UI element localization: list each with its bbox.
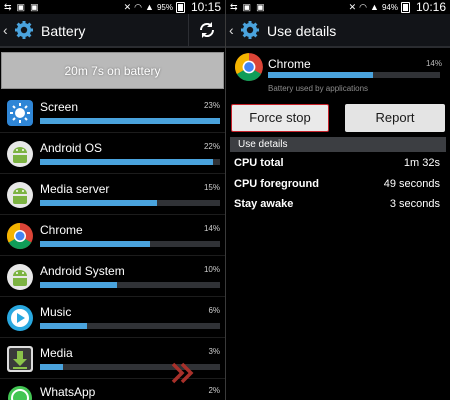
chrome-icon [6, 222, 33, 250]
detail-label: CPU total [234, 157, 284, 169]
battery-icon [175, 1, 185, 13]
usage-bar-fill [40, 323, 87, 329]
screen-brightness-icon [7, 100, 33, 126]
app-percent: 2% [208, 386, 220, 395]
action-bar: ‹ Use details [226, 14, 450, 48]
usage-bar-fill [40, 118, 220, 124]
wifi-icon: ◠ [134, 2, 143, 12]
signal-icon: ▲ [145, 2, 154, 12]
detail-label: Stay awake [234, 198, 294, 210]
android-icon [7, 141, 33, 167]
usage-bar [40, 241, 220, 247]
page-title: Battery [41, 23, 86, 39]
image-notification-icon: ▣ [242, 2, 252, 12]
settings-gear-icon[interactable] [14, 20, 34, 40]
app-percent: 10% [203, 265, 220, 274]
force-stop-button[interactable]: Force stop [231, 104, 329, 132]
android-icon [7, 264, 33, 290]
app-row-screen[interactable]: Screen 23% [0, 93, 225, 133]
detail-value: 3 seconds [389, 198, 440, 210]
usb-icon: ⇆ [230, 2, 238, 12]
clock: 10:15 [190, 0, 221, 14]
usage-bar-fill [40, 159, 213, 165]
refresh-button[interactable] [188, 14, 225, 46]
app-percent: 22% [203, 142, 220, 151]
status-bar: ⇆ ▣ ▣ ✕ ◠ ▲ 94% 10:16 [226, 0, 450, 14]
app-name: Android OS [40, 141, 103, 155]
report-button[interactable]: Report [345, 104, 445, 132]
app-percent: 15% [203, 183, 220, 192]
action-bar: ‹ Battery [0, 14, 225, 48]
battery-screen: ⇆ ▣ ▣ ✕ ◠ ▲ 95% 10:15 ‹ Battery 20m 7s o… [0, 0, 225, 400]
app-name: Media server [40, 182, 110, 196]
image-notification-icon: ▣ [16, 2, 26, 12]
battery-summary-graph[interactable]: 20m 7s on battery [1, 52, 224, 89]
usage-bar [40, 282, 220, 288]
usage-bar [268, 72, 440, 78]
mute-icon: ✕ [348, 2, 357, 12]
app-percent: 6% [208, 306, 220, 315]
detail-label: CPU foreground [234, 178, 319, 190]
download-icon [7, 346, 33, 372]
battery-icon [400, 1, 410, 13]
chrome-icon [235, 53, 263, 82]
refresh-icon [199, 22, 215, 38]
battery-percent: 95% [156, 2, 173, 12]
usage-bar-fill [40, 282, 118, 288]
page-title: Use details [267, 23, 337, 39]
app-percent: 23% [203, 101, 220, 110]
app-name: Screen [40, 100, 79, 114]
usage-bar [40, 159, 220, 165]
clock: 10:16 [415, 0, 446, 14]
usage-bar-fill [40, 364, 64, 370]
usb-icon: ⇆ [4, 2, 12, 12]
use-details-screen: ⇆ ▣ ▣ ✕ ◠ ▲ 94% 10:16 ‹ Use details Chro… [226, 0, 450, 400]
image-notification-icon: ▣ [30, 2, 39, 12]
usage-bar-fill [40, 241, 150, 247]
status-bar: ⇆ ▣ ▣ ✕ ◠ ▲ 95% 10:15 [0, 0, 225, 14]
detail-row-cpu-foreground: CPU foreground 49 seconds [234, 178, 440, 196]
app-name: Chrome [268, 57, 311, 71]
app-name: WhatsApp [40, 385, 96, 399]
app-percent: 3% [208, 347, 220, 356]
app-row-chrome[interactable]: Chrome 14% [0, 216, 225, 256]
mute-icon: ✕ [123, 2, 132, 12]
signal-icon: ▲ [370, 2, 379, 12]
back-icon[interactable]: ‹ [3, 22, 8, 38]
app-percent: 14% [203, 224, 220, 233]
usage-bar-fill [268, 72, 373, 78]
music-icon [7, 305, 33, 331]
battery-duration: 20m 7s on battery [64, 64, 161, 78]
app-row-media-server[interactable]: Media server 15% [0, 175, 225, 215]
usage-bar [40, 323, 220, 329]
usage-bar [40, 118, 220, 124]
settings-gear-icon[interactable] [240, 20, 260, 40]
app-row-android-os[interactable]: Android OS 22% [0, 134, 225, 174]
app-name: Media [40, 346, 73, 360]
image-notification-icon: ▣ [256, 2, 265, 12]
app-row-android-system[interactable]: Android System 10% [0, 257, 225, 297]
detail-value: 49 seconds [383, 178, 440, 190]
app-percent: 14% [425, 59, 442, 68]
app-subtitle: Battery used by applications [268, 84, 369, 93]
whatsapp-icon [8, 386, 32, 400]
battery-percent: 94% [381, 2, 398, 12]
detail-row-stay-awake: Stay awake 3 seconds [234, 198, 440, 216]
app-name: Music [40, 305, 72, 319]
app-name: Chrome [40, 223, 83, 237]
app-row-music[interactable]: Music 6% [0, 298, 225, 338]
usage-bar-fill [40, 200, 157, 206]
usage-bar [40, 200, 220, 206]
wifi-icon: ◠ [359, 2, 368, 12]
section-header-use-details: Use details [230, 137, 446, 152]
back-icon[interactable]: ‹ [229, 22, 234, 38]
app-name: Android System [40, 264, 125, 278]
detail-row-cpu-total: CPU total 1m 32s [234, 157, 440, 175]
chevron-right-icon [171, 362, 194, 384]
android-icon [7, 182, 33, 208]
detail-value: 1m 32s [403, 157, 440, 169]
